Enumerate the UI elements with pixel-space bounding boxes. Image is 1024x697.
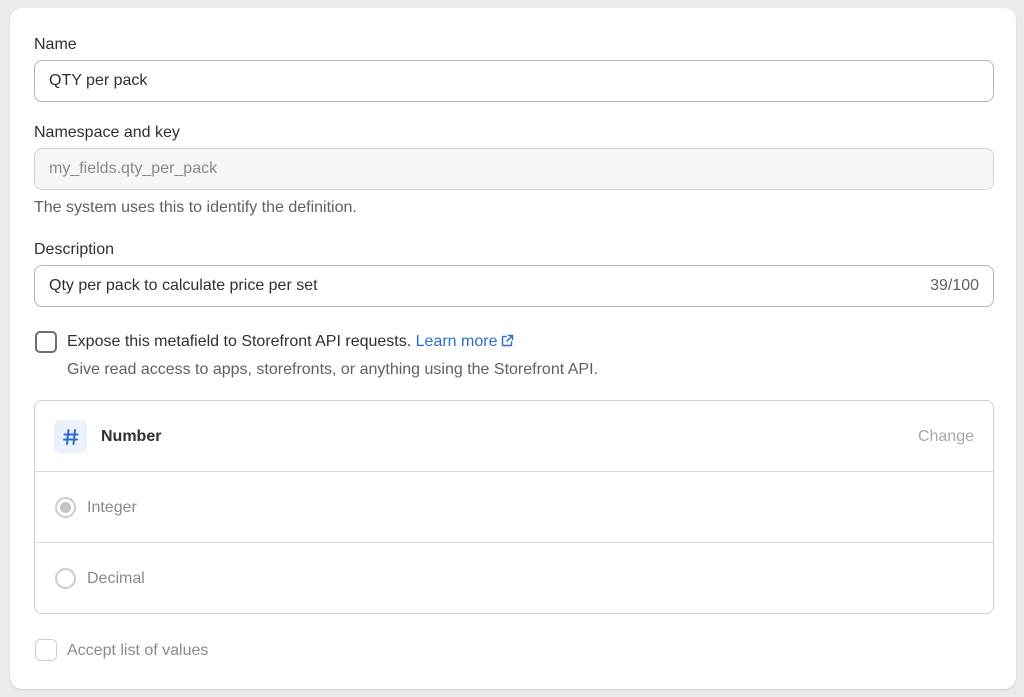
change-type-button[interactable]: Change [918, 428, 974, 446]
external-link-icon [501, 334, 514, 352]
decimal-radio-label: Decimal [87, 570, 145, 587]
decimal-radio[interactable] [55, 568, 76, 589]
storefront-api-label-text: Expose this metafield to Storefront API … [67, 333, 412, 350]
type-header: Number Change [35, 401, 993, 472]
storefront-api-label: Expose this metafield to Storefront API … [67, 333, 514, 352]
learn-more-link[interactable]: Learn more [416, 333, 515, 350]
namespace-key-input: my_fields.qty_per_pack [34, 148, 994, 190]
namespace-help-text: The system uses this to identify the def… [34, 199, 357, 216]
accept-list-label: Accept list of values [67, 642, 209, 659]
description-input[interactable]: Qty per pack to calculate price per set … [34, 265, 994, 307]
character-counter: 39/100 [930, 277, 979, 294]
storefront-api-help-text: Give read access to apps, storefronts, o… [67, 361, 598, 378]
type-option-decimal[interactable]: Decimal [35, 543, 993, 613]
storefront-api-checkbox[interactable] [35, 331, 57, 353]
type-name: Number [101, 428, 162, 445]
namespace-label: Namespace and key [34, 124, 180, 141]
type-option-integer[interactable]: Integer [35, 472, 993, 543]
namespace-key-value: my_fields.qty_per_pack [49, 160, 218, 177]
integer-radio[interactable] [55, 497, 76, 518]
integer-radio-label: Integer [87, 499, 137, 516]
name-input[interactable]: QTY per pack [34, 60, 994, 102]
type-selector-panel: Number Change Integer Decimal [34, 400, 994, 614]
name-input-value: QTY per pack [49, 72, 148, 89]
metafield-definition-card: Name QTY per pack Namespace and key my_f… [10, 8, 1016, 689]
accept-list-checkbox[interactable] [35, 639, 57, 661]
name-label: Name [34, 36, 77, 53]
learn-more-link-text: Learn more [415, 333, 498, 350]
description-label: Description [34, 241, 115, 258]
hash-icon [54, 420, 87, 453]
description-input-value: Qty per pack to calculate price per set [49, 277, 318, 294]
